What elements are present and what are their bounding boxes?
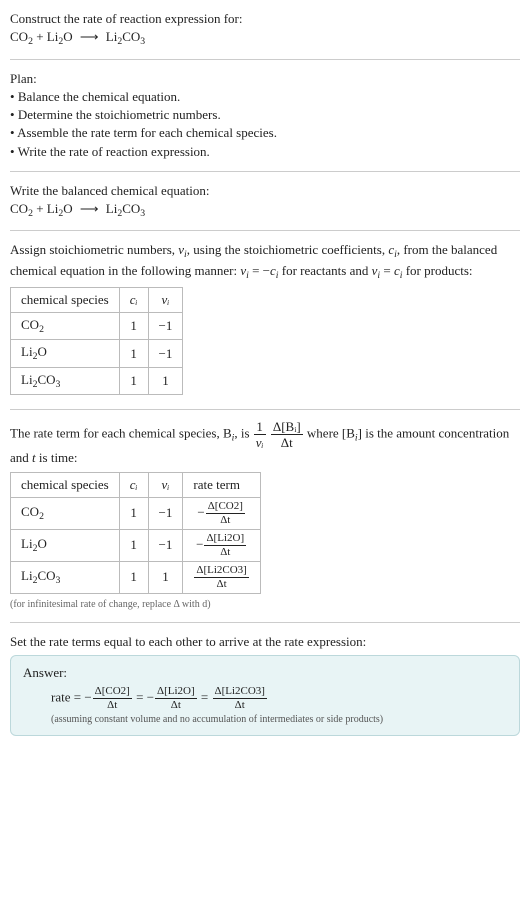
- divider: [10, 622, 520, 623]
- table-row: CO2 1 −1: [11, 312, 183, 340]
- cell-ci: 1: [119, 529, 148, 561]
- col-ci: cᵢ: [119, 287, 148, 312]
- reaction-arrow-icon: ⟶: [80, 28, 99, 46]
- table-row: CO2 1 −1 −Δ[CO2]Δt: [11, 497, 261, 529]
- fraction: Δ[Li2CO3]Δt: [213, 686, 267, 711]
- stoich-section: Assign stoichiometric numbers, νi, using…: [10, 237, 520, 403]
- col-species: chemical species: [11, 472, 120, 497]
- divider: [10, 171, 520, 172]
- table-header-row: chemical species cᵢ νᵢ: [11, 287, 183, 312]
- fraction: Δ[CO2]Δt: [93, 686, 132, 711]
- col-ci: cᵢ: [119, 472, 148, 497]
- cell-species: Li2CO3: [11, 561, 120, 593]
- set-equal-text: Set the rate terms equal to each other t…: [10, 633, 520, 651]
- species-li2co3: Li2CO3: [106, 201, 145, 216]
- divider: [10, 59, 520, 60]
- fraction: 1νᵢ: [254, 420, 266, 449]
- rate-term-explanation: The rate term for each chemical species,…: [10, 420, 520, 467]
- rate-expression: rate = −Δ[CO2]Δt = −Δ[Li2O]Δt = Δ[Li2CO3…: [51, 686, 507, 711]
- col-rate-term: rate term: [183, 472, 260, 497]
- species-co2: CO2: [10, 29, 33, 44]
- plan-item: • Determine the stoichiometric numbers.: [10, 106, 520, 124]
- fraction: Δ[Bᵢ]Δt: [271, 420, 303, 449]
- cell-nui: −1: [148, 312, 183, 340]
- infinitesimal-note: (for infinitesimal rate of change, repla…: [10, 598, 520, 612]
- cell-species: Li2CO3: [11, 367, 120, 395]
- plan-title: Plan:: [10, 70, 520, 88]
- cell-ci: 1: [119, 561, 148, 593]
- fraction: Δ[Li2O]Δt: [204, 533, 246, 558]
- col-nui: νᵢ: [148, 287, 183, 312]
- cell-species: Li2O: [11, 529, 120, 561]
- plan-section: Plan: • Balance the chemical equation. •…: [10, 66, 520, 165]
- header-section: Construct the rate of reaction expressio…: [10, 6, 520, 53]
- col-nui: νᵢ: [148, 472, 183, 497]
- col-species: chemical species: [11, 287, 120, 312]
- table-row: Li2O 1 −1: [11, 340, 183, 368]
- species-co2: CO2: [10, 201, 33, 216]
- balanced-section: Write the balanced chemical equation: CO…: [10, 178, 520, 225]
- cell-nui: −1: [148, 340, 183, 368]
- cell-nui: −1: [148, 529, 183, 561]
- species-li2o: Li2O: [47, 29, 73, 44]
- cell-rate-term: Δ[Li2CO3]Δt: [183, 561, 260, 593]
- balanced-title: Write the balanced chemical equation:: [10, 182, 520, 200]
- reaction-arrow-icon: ⟶: [80, 200, 99, 218]
- fraction: Δ[CO2]Δt: [206, 501, 245, 526]
- cell-ci: 1: [119, 312, 148, 340]
- answer-label: Answer:: [23, 664, 507, 682]
- cell-rate-term: −Δ[CO2]Δt: [183, 497, 260, 529]
- fraction: Δ[Li2O]Δt: [155, 686, 197, 711]
- cell-nui: −1: [148, 497, 183, 529]
- stoich-table: chemical species cᵢ νᵢ CO2 1 −1 Li2O 1 −…: [10, 287, 183, 396]
- stoich-explanation: Assign stoichiometric numbers, νi, using…: [10, 241, 520, 282]
- answer-box: Answer: rate = −Δ[CO2]Δt = −Δ[Li2O]Δt = …: [10, 655, 520, 736]
- table-row: Li2CO3 1 1 Δ[Li2CO3]Δt: [11, 561, 261, 593]
- cell-ci: 1: [119, 340, 148, 368]
- cell-species: CO2: [11, 497, 120, 529]
- cell-species: Li2O: [11, 340, 120, 368]
- unbalanced-equation: CO2 + Li2O ⟶ Li2CO3: [10, 28, 520, 49]
- balanced-equation: CO2 + Li2O ⟶ Li2CO3: [10, 200, 520, 221]
- cell-nui: 1: [148, 561, 183, 593]
- rate-term-table: chemical species cᵢ νᵢ rate term CO2 1 −…: [10, 472, 261, 594]
- table-header-row: chemical species cᵢ νᵢ rate term: [11, 472, 261, 497]
- plan-item: • Balance the chemical equation.: [10, 88, 520, 106]
- set-equal-section: Set the rate terms equal to each other t…: [10, 629, 520, 740]
- divider: [10, 409, 520, 410]
- plan-item: • Write the rate of reaction expression.: [10, 143, 520, 161]
- cell-ci: 1: [119, 497, 148, 529]
- cell-species: CO2: [11, 312, 120, 340]
- answer-note: (assuming constant volume and no accumul…: [51, 713, 507, 727]
- table-row: Li2CO3 1 1: [11, 367, 183, 395]
- plan-item: • Assemble the rate term for each chemic…: [10, 124, 520, 142]
- species-li2o: Li2O: [47, 201, 73, 216]
- species-li2co3: Li2CO3: [106, 29, 145, 44]
- rate-term-section: The rate term for each chemical species,…: [10, 416, 520, 615]
- cell-ci: 1: [119, 367, 148, 395]
- fraction: Δ[Li2CO3]Δt: [194, 565, 248, 590]
- cell-rate-term: −Δ[Li2O]Δt: [183, 529, 260, 561]
- divider: [10, 230, 520, 231]
- cell-nui: 1: [148, 367, 183, 395]
- table-row: Li2O 1 −1 −Δ[Li2O]Δt: [11, 529, 261, 561]
- construct-prompt: Construct the rate of reaction expressio…: [10, 10, 520, 28]
